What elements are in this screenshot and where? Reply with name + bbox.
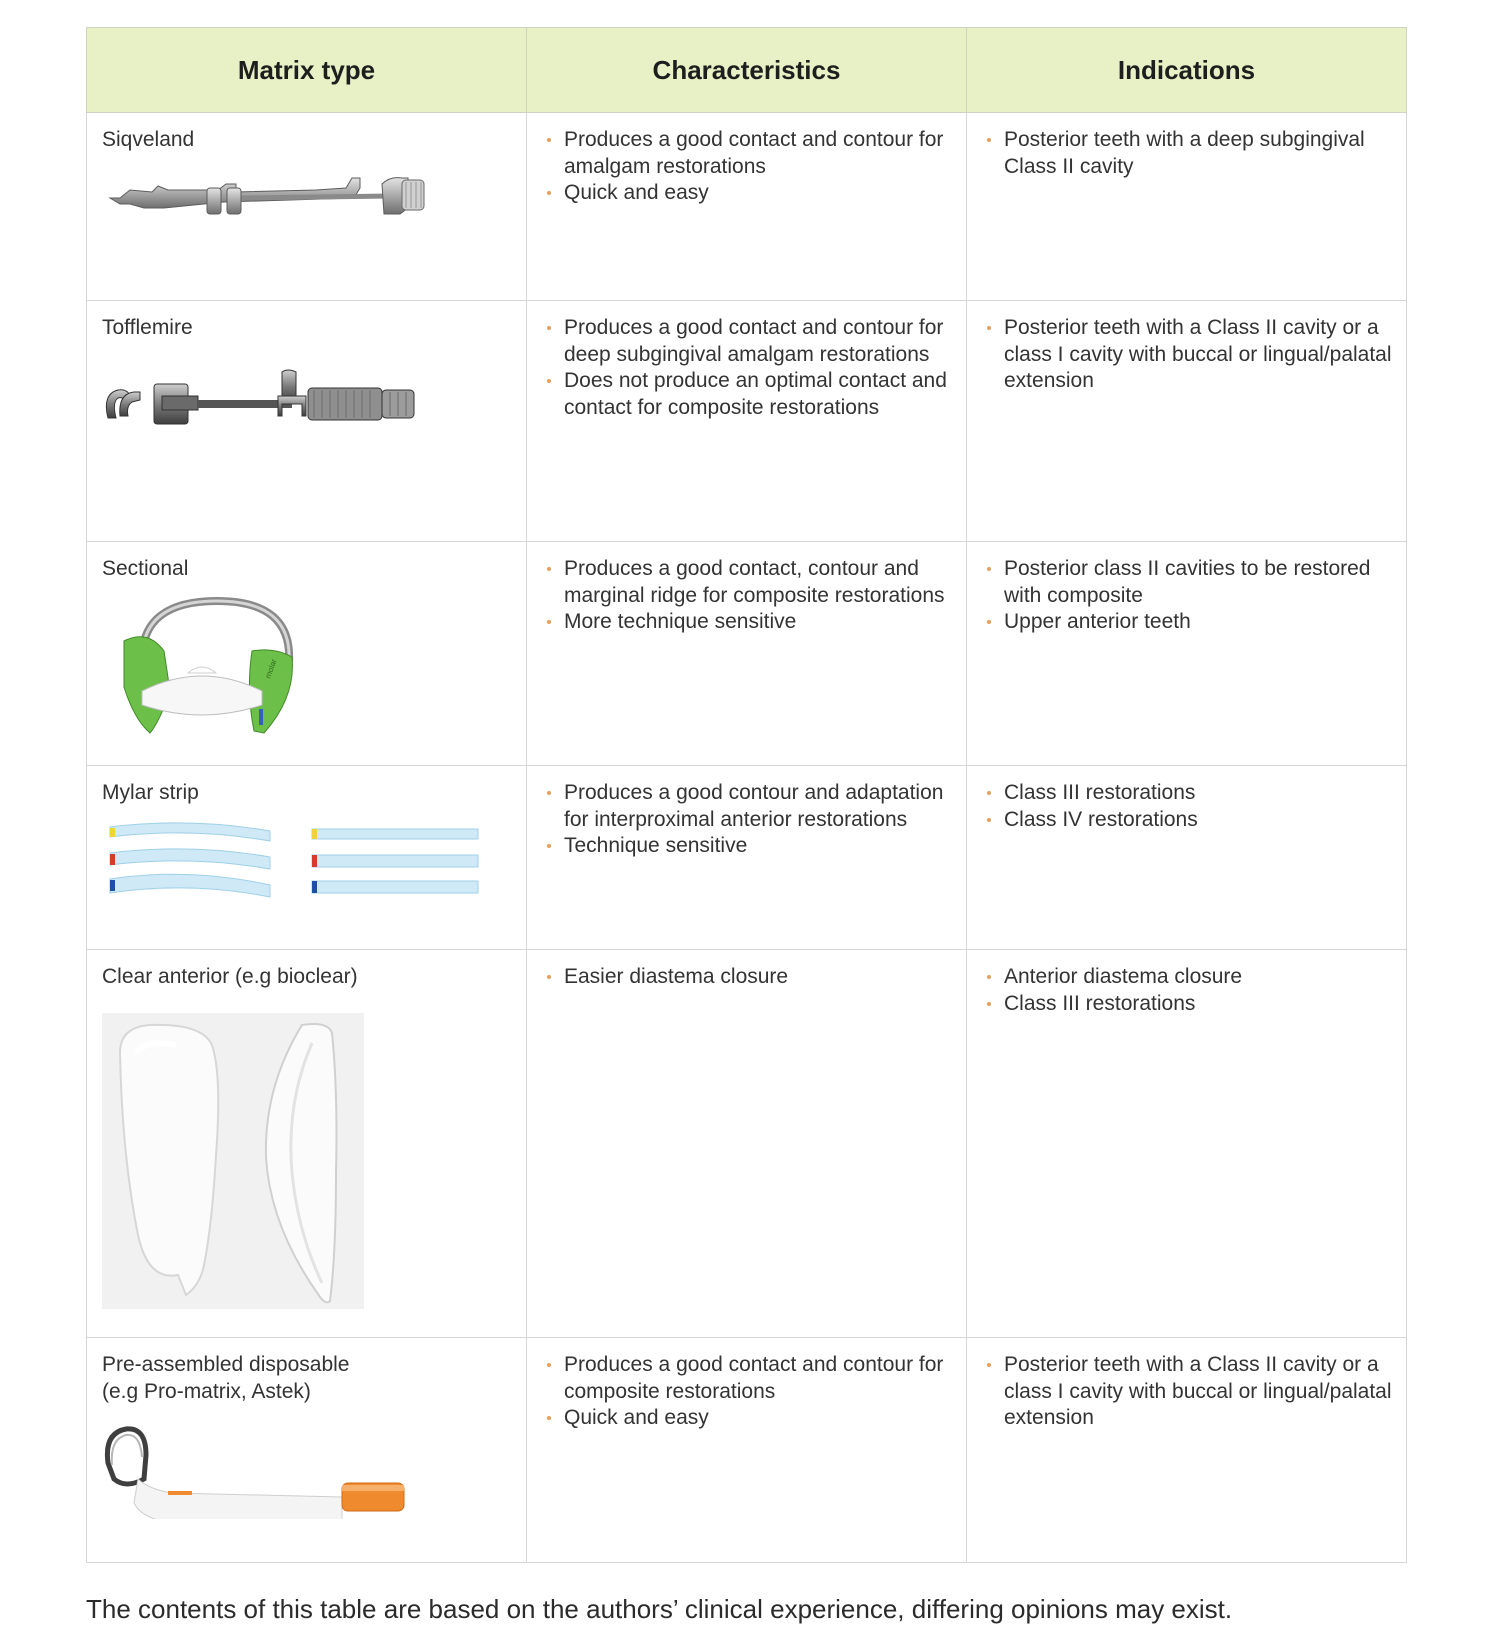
matrix-type-cell: Tofflemire — [86, 300, 527, 542]
list-item: Quick and easy — [547, 180, 952, 207]
matrix-type-cell: Sectional molar — [86, 541, 527, 766]
characteristics-cell: Produces a good contour and adaptation f… — [526, 765, 967, 950]
matrix-type-name: Clear anterior (e.g bioclear) — [102, 965, 358, 988]
list-item: Produces a good contact and contour for … — [547, 127, 952, 180]
matrix-type-name: Sectional — [102, 557, 189, 580]
table-row: Pre-assembled disposable (e.g Pro-matrix… — [86, 1337, 1407, 1563]
table-row: Siqveland Produces a good contact and co… — [86, 112, 1407, 301]
header-indications: Indications — [966, 27, 1407, 113]
indications-cell: Posterior teeth with a deep subgingival … — [966, 112, 1407, 301]
characteristics-cell: Produces a good contact and contour for … — [526, 112, 967, 301]
list-item: Produces a good contour and adaptation f… — [547, 780, 952, 833]
table-header-row: Matrix type Characteristics Indications — [86, 27, 1407, 113]
characteristics-list: Produces a good contact, contour and mar… — [542, 556, 952, 636]
list-item: Posterior class II cavities to be restor… — [987, 556, 1392, 609]
header-matrix-type: Matrix type — [86, 27, 527, 113]
matrix-type-cell: Pre-assembled disposable (e.g Pro-matrix… — [86, 1337, 527, 1563]
list-item: Upper anterior teeth — [987, 609, 1392, 636]
list-item: Posterior teeth with a Class II cavity o… — [987, 315, 1392, 395]
table-footnote: The contents of this table are based on … — [86, 1594, 1233, 1624]
table-row: Sectional molar Produces a good contact,… — [86, 541, 1407, 766]
characteristics-cell: Easier diastema closure — [526, 949, 967, 1338]
list-item: Posterior teeth with a deep subgingival … — [987, 127, 1392, 180]
list-item: More technique sensitive — [547, 609, 952, 636]
list-item: Produces a good contact, contour and mar… — [547, 556, 952, 609]
list-item: Easier diastema closure — [547, 964, 952, 991]
list-item: Class III restorations — [987, 780, 1392, 807]
table-row: Tofflemire Produces a good contact and c… — [86, 300, 1407, 542]
characteristics-list: Easier diastema closure — [542, 964, 952, 991]
matrix-type-name: Pre-assembled disposable (e.g Pro-matrix… — [102, 1353, 350, 1403]
sectional-ring-icon: molar — [123, 596, 294, 734]
characteristics-cell: Produces a good contact and contour for … — [526, 1337, 967, 1563]
indications-list: Class III restorations Class IV restorat… — [982, 780, 1392, 833]
characteristics-list: Produces a good contact and contour for … — [542, 127, 952, 207]
table-row: Mylar strip Produces a good contour and … — [86, 765, 1407, 950]
list-item: Technique sensitive — [547, 833, 952, 860]
list-item: Anterior diastema closure — [987, 964, 1392, 991]
indications-cell: Posterior teeth with a Class II cavity o… — [966, 1337, 1407, 1563]
indications-cell: Posterior class II cavities to be restor… — [966, 541, 1407, 766]
matrix-type-cell: Siqveland — [86, 112, 527, 301]
indications-list: Posterior teeth with a Class II cavity o… — [982, 1352, 1392, 1432]
matrix-type-name: Mylar strip — [102, 781, 199, 804]
list-item: Class III restorations — [987, 991, 1392, 1018]
indications-cell: Anterior diastema closure Class III rest… — [966, 949, 1407, 1338]
list-item: Does not produce an optimal contact and … — [547, 368, 952, 421]
indications-list: Posterior teeth with a deep subgingival … — [982, 127, 1392, 180]
siqveland-retainer-icon — [108, 176, 425, 214]
mylar-strips-icon — [109, 821, 479, 898]
tofflemire-retainer-icon — [105, 369, 415, 424]
preassembled-matrix-icon — [104, 1426, 405, 1519]
matrix-comparison-table: Matrix type Characteristics Indications … — [86, 27, 1407, 1563]
matrix-type-cell: Clear anterior (e.g bioclear) — [86, 949, 527, 1338]
clear-anterior-matrix-icon — [102, 1012, 364, 1309]
list-item: Produces a good contact and contour for … — [547, 1352, 952, 1405]
characteristics-list: Produces a good contact and contour for … — [542, 315, 952, 421]
indications-list: Posterior class II cavities to be restor… — [982, 556, 1392, 636]
characteristics-cell: Produces a good contact, contour and mar… — [526, 541, 967, 766]
matrix-type-name: Siqveland — [102, 128, 195, 151]
characteristics-list: Produces a good contour and adaptation f… — [542, 780, 952, 860]
list-item: Class IV restorations — [987, 807, 1392, 834]
list-item: Quick and easy — [547, 1405, 952, 1432]
indications-cell: Posterior teeth with a Class II cavity o… — [966, 300, 1407, 542]
list-item: Produces a good contact and contour for … — [547, 315, 952, 368]
indications-list: Anterior diastema closure Class III rest… — [982, 964, 1392, 1017]
matrix-type-cell: Mylar strip — [86, 765, 527, 950]
list-item: Posterior teeth with a Class II cavity o… — [987, 1352, 1392, 1432]
characteristics-cell: Produces a good contact and contour for … — [526, 300, 967, 542]
indications-cell: Class III restorations Class IV restorat… — [966, 765, 1407, 950]
characteristics-list: Produces a good contact and contour for … — [542, 1352, 952, 1432]
matrix-type-name: Tofflemire — [102, 316, 193, 339]
indications-list: Posterior teeth with a Class II cavity o… — [982, 315, 1392, 395]
table-row: Clear anterior (e.g bioclear) Easier dia… — [86, 949, 1407, 1338]
header-characteristics: Characteristics — [526, 27, 967, 113]
